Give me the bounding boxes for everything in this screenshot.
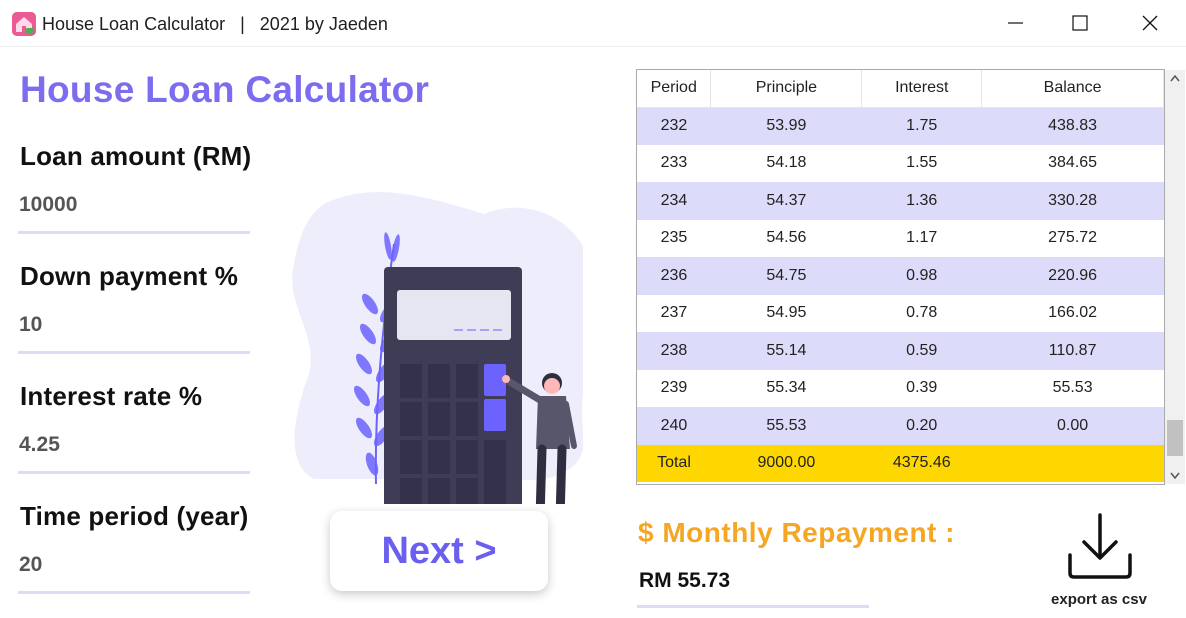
interest-rate-input[interactable] xyxy=(18,428,250,462)
chevron-down-icon xyxy=(1170,472,1180,479)
close-icon xyxy=(1142,15,1158,31)
cell-principle: 54.75 xyxy=(710,257,862,295)
total-interest: 4375.46 xyxy=(861,444,982,482)
title-bar: House Loan Calculator | 2021 by Jaeden xyxy=(0,0,1186,47)
cell-period: 232 xyxy=(637,107,711,145)
cell-principle: 54.18 xyxy=(710,144,862,182)
amortization-table[interactable]: Period Principle Interest Balance 232 53… xyxy=(636,69,1165,485)
cell-period: 236 xyxy=(637,257,711,295)
export-csv-label: export as csv xyxy=(1051,591,1147,608)
export-csv-button[interactable]: export as csv xyxy=(1035,507,1165,615)
monthly-repayment-label: $ Monthly Repayment : xyxy=(638,517,955,548)
cell-balance: 384.65 xyxy=(981,144,1164,182)
minimize-button[interactable] xyxy=(986,0,1046,47)
window-title: House Loan Calculator | 2021 by Jaeden xyxy=(42,14,388,34)
calculator-illustration xyxy=(292,192,584,504)
down-payment-underline xyxy=(18,351,250,354)
monthly-repayment-underline xyxy=(637,605,869,608)
cell-balance: 275.72 xyxy=(981,219,1164,257)
cell-interest: 0.78 xyxy=(861,294,982,332)
page-title: House Loan Calculator xyxy=(20,69,430,110)
total-row[interactable]: Total 9000.00 4375.46 xyxy=(637,444,1164,482)
total-balance xyxy=(981,444,1164,482)
scroll-up-button[interactable] xyxy=(1165,70,1185,87)
cell-balance: 0.00 xyxy=(981,407,1164,445)
cell-principle: 53.99 xyxy=(710,107,862,145)
close-button[interactable] xyxy=(1120,0,1180,47)
next-button[interactable]: Next > xyxy=(330,511,548,591)
loan-amount-label: Loan amount (RM) xyxy=(20,141,252,171)
down-payment-label: Down payment % xyxy=(20,261,239,291)
cell-period: 240 xyxy=(637,407,711,445)
maximize-icon xyxy=(1072,15,1088,31)
next-button-label: Next > xyxy=(381,529,497,572)
cell-principle: 54.95 xyxy=(710,294,862,332)
table-row[interactable]: 239 55.34 0.39 55.53 xyxy=(637,369,1164,407)
interest-rate-label: Interest rate % xyxy=(20,381,203,411)
cell-period: 233 xyxy=(637,144,711,182)
column-header-period[interactable]: Period xyxy=(637,70,712,108)
time-period-label: Time period (year) xyxy=(20,501,249,531)
cell-interest: 1.75 xyxy=(861,107,982,145)
cell-principle: 55.14 xyxy=(710,332,862,370)
cell-interest: 1.55 xyxy=(861,144,982,182)
cell-balance: 166.02 xyxy=(981,294,1164,332)
scroll-thumb[interactable] xyxy=(1167,420,1183,456)
cell-balance: 110.87 xyxy=(981,332,1164,370)
table-row[interactable]: 234 54.37 1.36 330.28 xyxy=(637,182,1164,220)
loan-amount-input[interactable] xyxy=(18,188,250,222)
input-panel: House Loan Calculator Loan amount (RM) D… xyxy=(0,47,584,618)
cell-balance: 55.53 xyxy=(981,369,1164,407)
cell-interest: 1.36 xyxy=(861,182,982,220)
loan-amount-underline xyxy=(18,231,250,234)
table-row[interactable]: 237 54.95 0.78 166.02 xyxy=(637,294,1164,332)
maximize-button[interactable] xyxy=(1050,0,1110,47)
cell-period: 235 xyxy=(637,219,711,257)
cell-principle: 54.56 xyxy=(710,219,862,257)
minimize-icon xyxy=(1008,22,1023,24)
scroll-down-button[interactable] xyxy=(1165,467,1185,484)
table-header-row: Period Principle Interest Balance xyxy=(637,70,1164,108)
table-row[interactable]: 235 54.56 1.17 275.72 xyxy=(637,219,1164,257)
cell-interest: 0.59 xyxy=(861,332,982,370)
cell-interest: 0.20 xyxy=(861,407,982,445)
down-payment-input[interactable] xyxy=(18,308,250,342)
column-header-interest[interactable]: Interest xyxy=(861,70,983,108)
schedule-table: Period Principle Interest Balance 232 53… xyxy=(637,70,1164,482)
cell-interest: 0.98 xyxy=(861,257,982,295)
cell-interest: 1.17 xyxy=(861,219,982,257)
column-header-balance[interactable]: Balance xyxy=(981,70,1164,108)
interest-rate-underline xyxy=(18,471,250,474)
cell-period: 239 xyxy=(637,369,711,407)
cell-period: 237 xyxy=(637,294,711,332)
cell-principle: 55.53 xyxy=(710,407,862,445)
house-app-icon xyxy=(12,12,36,36)
total-principle: 9000.00 xyxy=(710,444,862,482)
cell-principle: 55.34 xyxy=(710,369,862,407)
total-label: Total xyxy=(637,444,711,482)
cell-period: 234 xyxy=(637,182,711,220)
table-row[interactable]: 233 54.18 1.55 384.65 xyxy=(637,144,1164,182)
table-row[interactable]: 232 53.99 1.75 438.83 xyxy=(637,107,1164,145)
cell-principle: 54.37 xyxy=(710,182,862,220)
cell-interest: 0.39 xyxy=(861,369,982,407)
table-row[interactable]: 236 54.75 0.98 220.96 xyxy=(637,257,1164,295)
cell-period: 238 xyxy=(637,332,711,370)
table-row[interactable]: 240 55.53 0.20 0.00 xyxy=(637,407,1164,445)
cell-balance: 220.96 xyxy=(981,257,1164,295)
monthly-repayment-value: RM 55.73 xyxy=(639,569,731,592)
table-row[interactable]: 238 55.14 0.59 110.87 xyxy=(637,332,1164,370)
download-icon xyxy=(1068,513,1132,579)
column-header-principle[interactable]: Principle xyxy=(710,70,863,108)
time-period-underline xyxy=(18,591,250,594)
chevron-up-icon xyxy=(1170,75,1180,82)
cell-balance: 330.28 xyxy=(981,182,1164,220)
results-panel: Period Principle Interest Balance 232 53… xyxy=(583,47,1186,618)
time-period-input[interactable] xyxy=(18,548,250,582)
table-scrollbar[interactable] xyxy=(1165,70,1185,484)
cell-balance: 438.83 xyxy=(981,107,1164,145)
